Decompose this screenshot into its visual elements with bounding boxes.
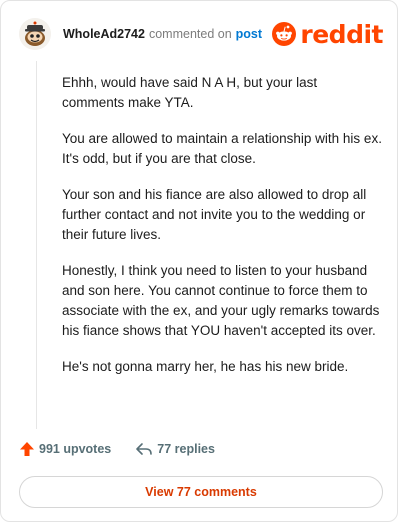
reddit-logo[interactable]: reddit [272,22,383,47]
view-comments-button[interactable]: View 77 comments [19,476,383,508]
replies-count: 77 replies [157,442,215,456]
comment-header: WholeAd2742 commented on post reddit [19,17,383,51]
upvote-button[interactable]: 991 upvotes [19,441,111,457]
comment-card: WholeAd2742 commented on post reddit Ehh… [0,0,398,522]
comment-body: Ehhh, would have said N A H, but your la… [62,73,382,393]
commented-on-text: commented on [148,27,232,41]
username[interactable]: WholeAd2742 [63,27,145,41]
comment-paragraph: He's not gonna marry her, he has his new… [62,359,349,374]
snoo-avatar-icon [19,18,51,50]
reply-arrow-icon [136,443,153,455]
comment-paragraph: Your son and his fiance are also allowed… [62,187,367,242]
comment-paragraph: Ehhh, would have said N A H, but your la… [62,75,318,110]
upvote-count: 991 upvotes [39,442,112,456]
comment-paragraph: Honestly, I think you need to listen to … [62,263,380,338]
thread-line [36,61,37,429]
reddit-alien-icon [272,22,297,46]
comment-paragraph: You are allowed to maintain a relationsh… [62,131,382,166]
reddit-wordmark: reddit [300,19,383,49]
replies-button[interactable]: 77 replies [135,441,215,457]
user-avatar[interactable] [19,18,51,50]
comment-meta: WholeAd2742 commented on post [63,27,262,41]
comment-actions: 991 upvotes 77 replies [19,441,215,457]
upvote-arrow-icon [20,442,34,456]
post-link[interactable]: post [236,27,262,41]
